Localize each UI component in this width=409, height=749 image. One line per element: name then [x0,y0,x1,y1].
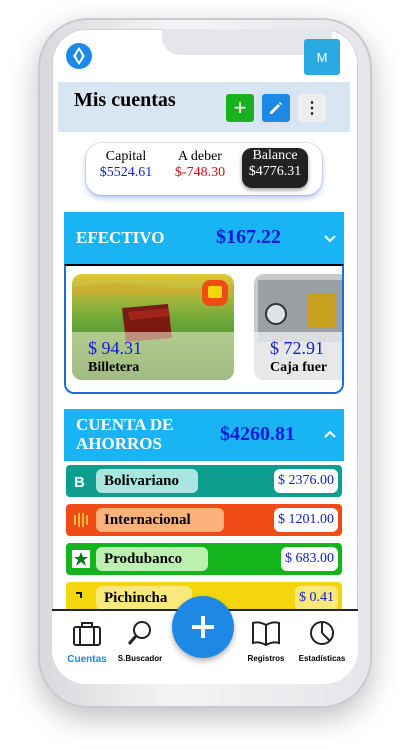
capital-label: Capital [105,149,147,164]
account-value: $ 683.00 [281,547,338,571]
capital-value: $5524.61 [99,165,153,180]
group-name-line1: CUENTA DE [76,415,174,434]
svg-text:B: B [74,474,85,490]
card-amount: $ 94.31 [88,338,142,358]
account-value: $ 1201.00 [274,508,338,532]
debt-label: A deber [178,149,222,164]
balance-label: Balance [252,148,298,163]
vertical-dots-icon: ⋮ [304,100,320,117]
card-amount: $ 72.91 [270,338,324,358]
group-name: EFECTIVO [76,228,165,247]
debt-summary: A deber $-748.30 [164,149,236,181]
avatar[interactable]: M [304,39,340,75]
nav-registros[interactable]: Registros [242,619,290,663]
pichincha-logo-icon [76,592,82,598]
cash-accounts-row: $ 94.31 Billetera $ 72.91 Caja fuer [64,264,344,394]
nav-label: Cuentas [67,654,107,665]
plus-icon [192,616,214,638]
pie-chart-icon [310,621,334,645]
page-title: Mis cuentas [74,89,176,111]
group-total: $4260.81 [220,423,295,445]
chevron-up-icon[interactable] [322,427,338,443]
account-name: Bolivariano [96,469,198,493]
card-name: Billetera [88,360,140,375]
open-book-icon [252,621,280,647]
balance-value: $4776.31 [248,164,302,179]
account-card-caja-fuerte[interactable]: $ 72.91 Caja fuer [254,274,342,380]
account-row-produbanco[interactable]: Produbanco $ 683.00 [66,543,342,575]
account-value: $ 2376.00 [274,469,338,493]
app-screen: M Mis cuentas + ⋮ Capital $5524.61 A deb… [52,29,358,684]
nav-label: Estadísticas [298,654,346,663]
account-row-bolivariano[interactable]: B Bolivariano $ 2376.00 [66,465,342,497]
balance-summary-box[interactable]: Balance $4776.31 [242,148,308,188]
add-button[interactable]: + [226,94,254,122]
app-logo-icon [66,43,92,69]
pencil-icon [270,102,282,114]
card-name: Caja fuer [270,360,328,375]
group-name-line2: AHORROS [76,434,162,453]
bolivariano-logo-icon: B [74,474,85,490]
nav-cuentas[interactable]: Cuentas [64,619,110,665]
account-row-internacional[interactable]: Internacional $ 1201.00 [66,504,342,536]
nav-buscador[interactable]: S.Buscador [114,619,166,663]
nav-label: S.Buscador [117,654,163,663]
more-options-button[interactable]: ⋮ [298,94,326,122]
account-name: Pichincha [96,586,192,610]
account-name: Produbanco [96,547,208,571]
magnifier-icon [127,621,151,645]
internacional-logo-icon [74,513,88,527]
briefcase-icon [73,622,101,646]
nav-label: Registros [247,654,285,663]
produbanco-logo-icon [72,550,90,568]
account-card-billetera[interactable]: $ 94.31 Billetera [72,274,234,380]
page-header: Mis cuentas + ⋮ [58,82,350,132]
add-record-button[interactable] [172,596,234,658]
edit-button[interactable] [262,94,290,122]
balance-summary: Capital $5524.61 A deber $-748.30 Balanc… [86,143,322,195]
nav-estadisticas[interactable]: Estadísticas [294,619,350,663]
account-name: Internacional [96,508,224,532]
capital-summary: Capital $5524.61 [92,149,160,181]
group-name: CUENTA DE AHORROS [76,415,173,453]
group-header-efectivo[interactable]: EFECTIVO $167.22 [64,212,344,264]
group-total: $167.22 [216,226,281,248]
group-header-ahorros[interactable]: CUENTA DE AHORROS $4260.81 [64,409,344,461]
account-value: $ 0.41 [295,586,338,610]
chevron-down-icon[interactable] [322,230,338,246]
debt-value: $-748.30 [174,165,226,180]
plus-icon: + [233,95,247,120]
